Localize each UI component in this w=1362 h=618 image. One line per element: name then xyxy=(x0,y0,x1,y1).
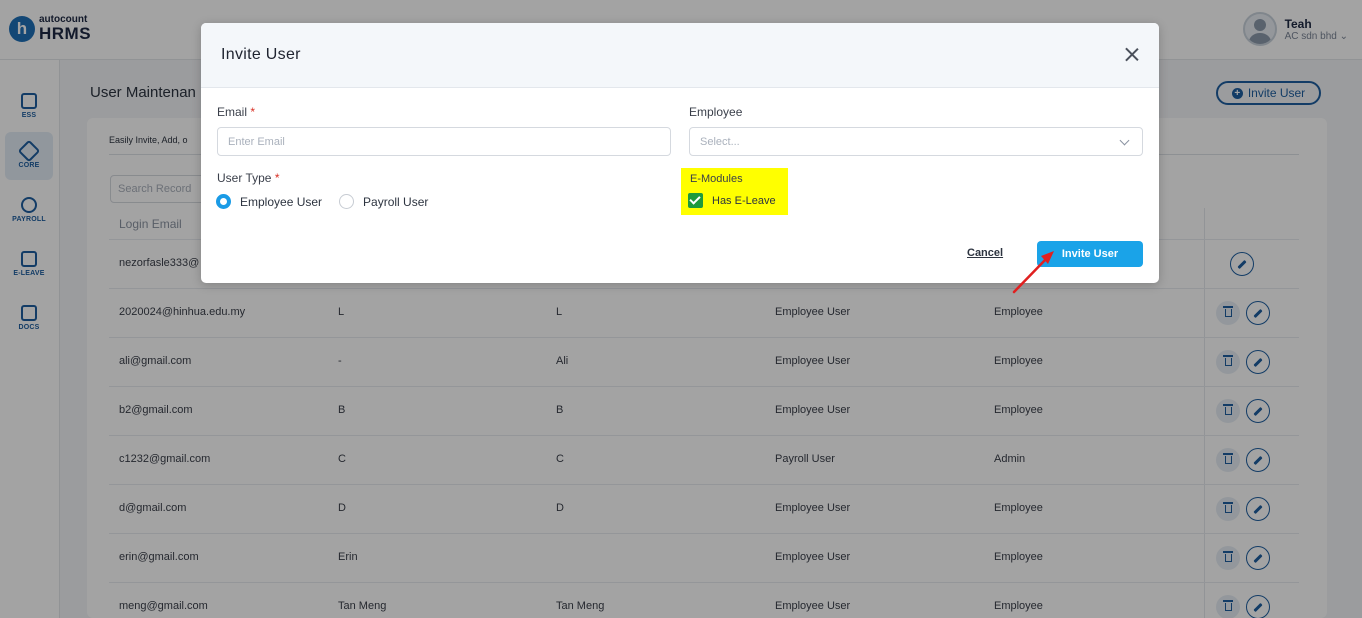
has-eleave-checkbox[interactable]: Has E-Leave xyxy=(688,193,776,208)
radio-employee-user[interactable]: Employee User xyxy=(216,194,322,209)
chevron-down-icon xyxy=(1119,135,1130,146)
radio-payroll-user[interactable]: Payroll User xyxy=(339,194,428,209)
radio-unchecked-icon xyxy=(339,194,355,209)
employee-select[interactable]: Select... xyxy=(689,127,1143,156)
radio-label: Payroll User xyxy=(363,194,429,209)
employee-label: Employee xyxy=(689,105,743,119)
radio-checked-icon xyxy=(216,194,231,209)
has-eleave-label: Has E-Leave xyxy=(712,194,776,207)
required-marker: * xyxy=(250,105,256,119)
required-marker: * xyxy=(274,171,280,185)
cancel-button[interactable]: Cancel xyxy=(967,247,1003,259)
emodules-label: E-Modules xyxy=(690,173,743,185)
checkbox-checked-icon xyxy=(688,193,703,208)
annotation-arrow-icon xyxy=(1012,251,1054,294)
email-field[interactable] xyxy=(217,127,671,156)
user-type-radio-group: Employee User Payroll User xyxy=(216,194,445,209)
email-label: Email * xyxy=(217,105,256,119)
user-type-label: User Type * xyxy=(217,171,280,185)
emodules-highlight: E-Modules Has E-Leave xyxy=(681,168,788,215)
close-icon[interactable] xyxy=(1125,47,1139,61)
modal-header: Invite User xyxy=(201,23,1159,88)
employee-select-placeholder: Select... xyxy=(700,135,740,148)
modal-title: Invite User xyxy=(221,46,301,63)
radio-label: Employee User xyxy=(240,194,323,209)
